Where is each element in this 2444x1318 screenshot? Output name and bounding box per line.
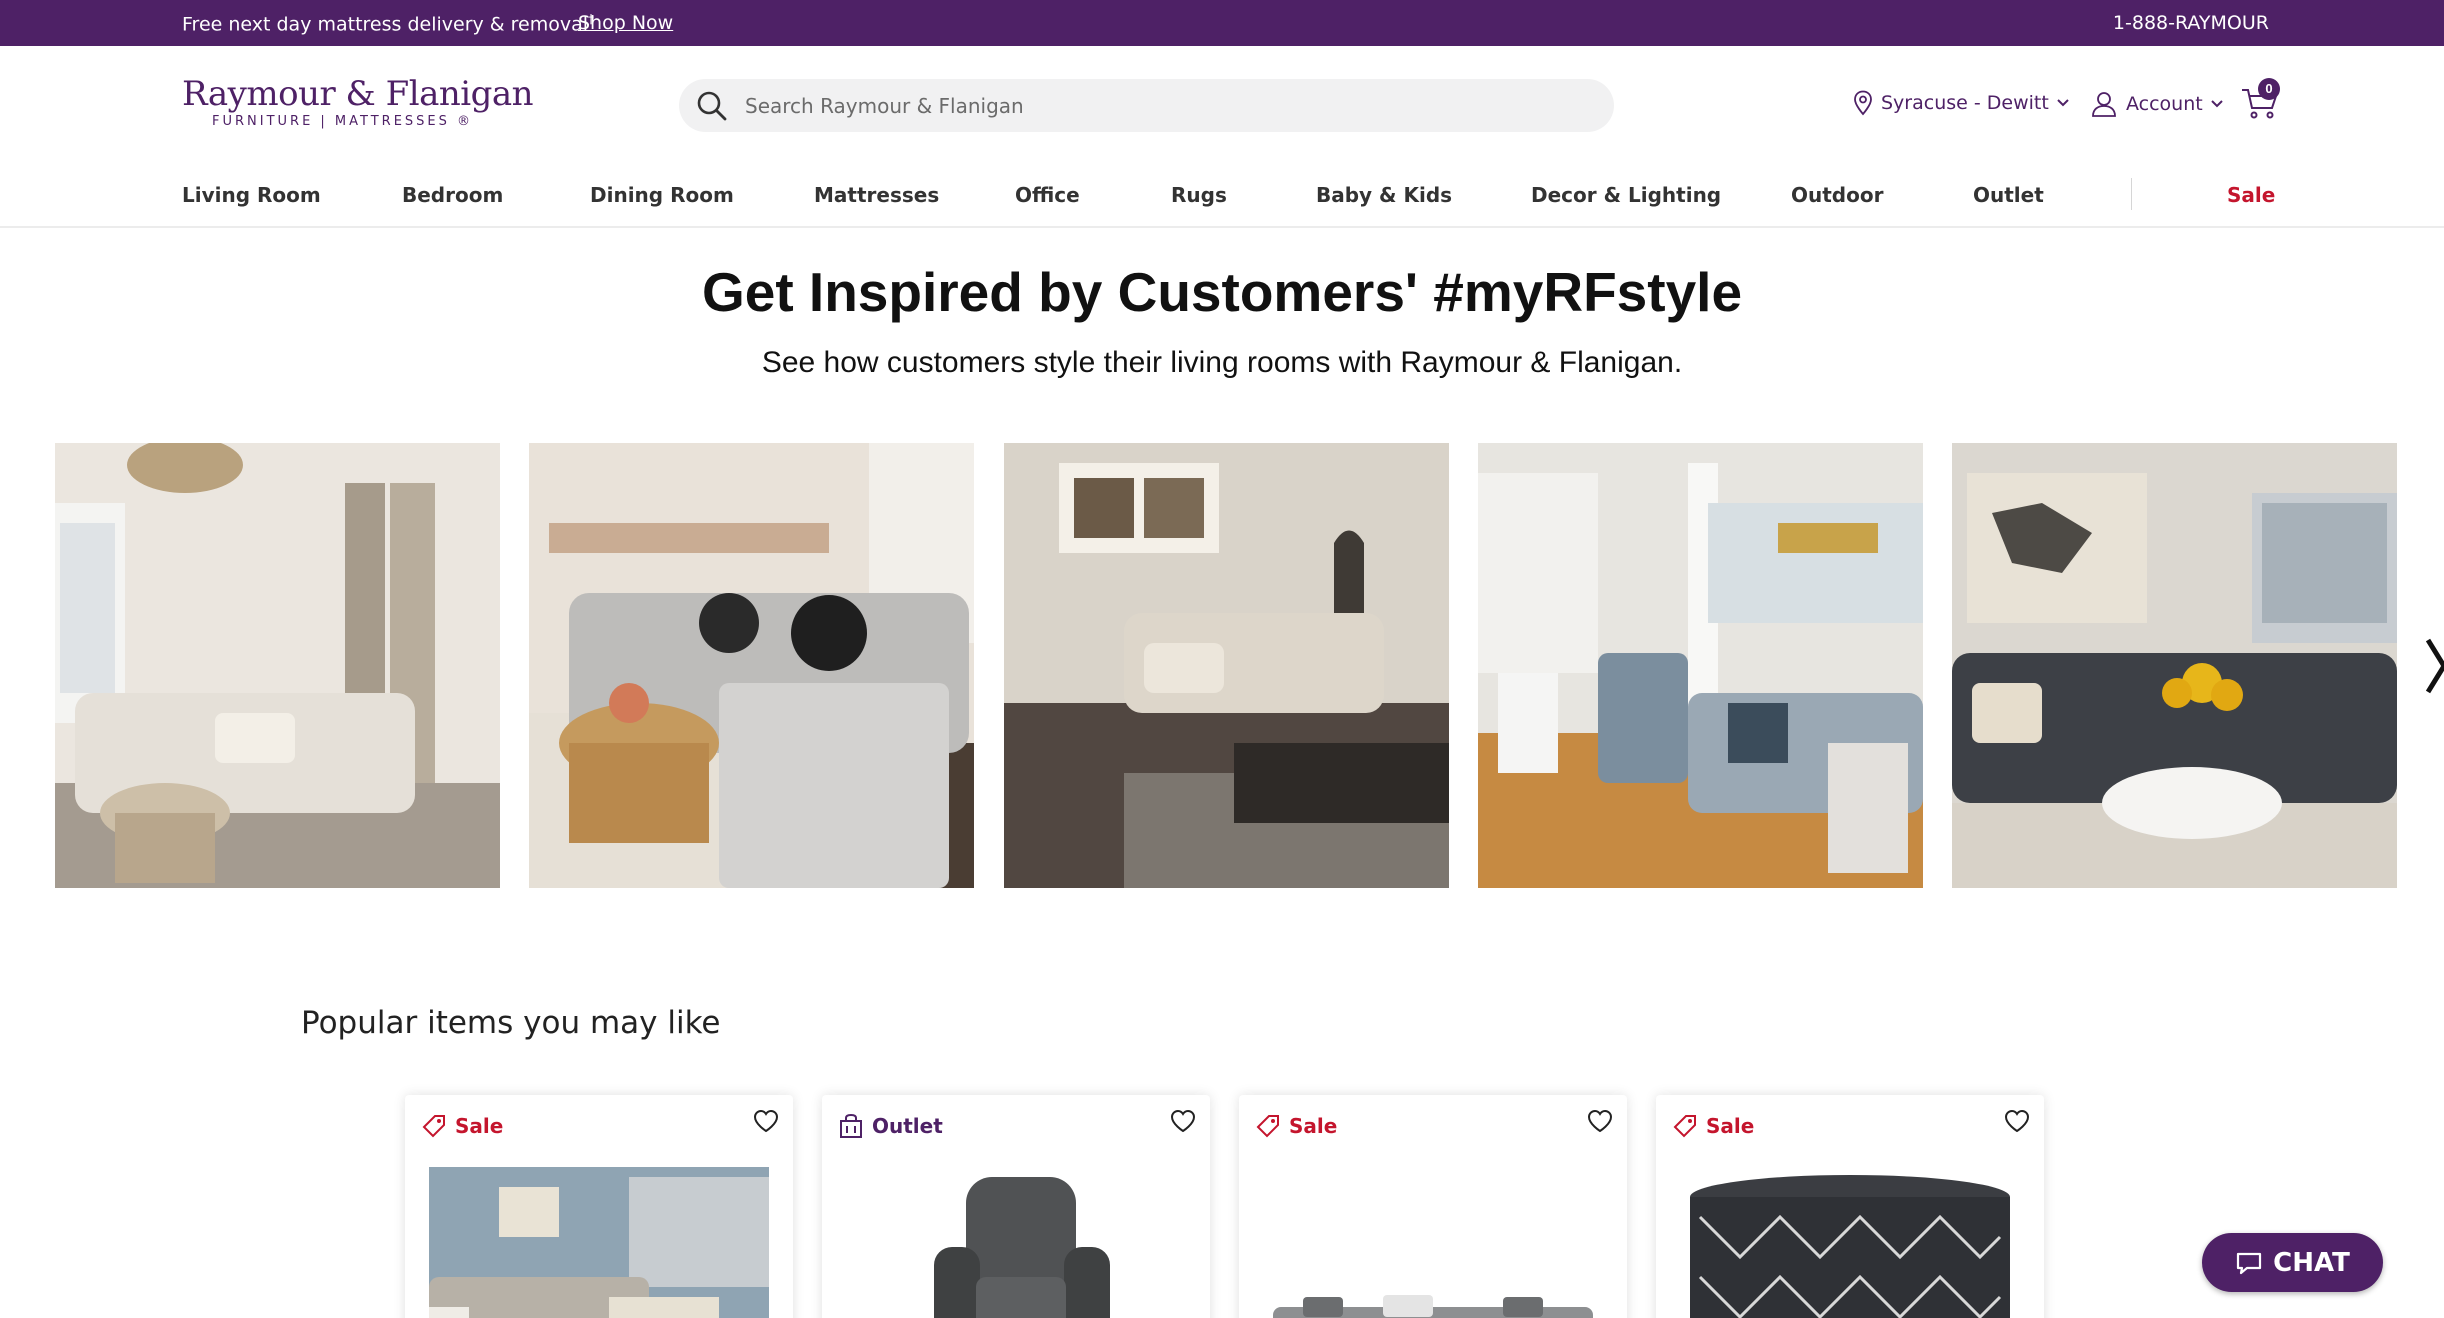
nav-item-outlet[interactable]: Outlet: [1973, 183, 2044, 207]
nav-item-bedroom[interactable]: Bedroom: [402, 183, 503, 207]
product-image[interactable]: [1263, 1167, 1603, 1318]
nav-item-baby-kids[interactable]: Baby & Kids: [1316, 183, 1452, 207]
search-icon[interactable]: [695, 89, 729, 123]
nav-item-living-room[interactable]: Living Room: [182, 183, 321, 207]
popular-items-title: Popular items you may like: [301, 1005, 721, 1041]
shop-now-link[interactable]: Shop Now: [578, 12, 673, 34]
nav-item-sale[interactable]: Sale: [2227, 183, 2275, 207]
chat-label: CHAT: [2273, 1247, 2350, 1278]
nav-item-rugs[interactable]: Rugs: [1171, 183, 1227, 207]
chevron-down-icon: [2057, 99, 2069, 107]
promo-text: Free next day mattress delivery & remova…: [182, 12, 595, 36]
account-label: Account: [2126, 93, 2203, 115]
nav-divider: [2131, 178, 2132, 210]
product-tag-label: Sale: [1289, 1114, 1338, 1138]
gallery-next-arrow-icon[interactable]: [2426, 638, 2444, 694]
chevron-down-icon: [2211, 100, 2223, 108]
product-tag-label: Outlet: [872, 1114, 943, 1138]
heart-icon[interactable]: [1170, 1109, 1196, 1133]
customer-photo[interactable]: [1004, 443, 1449, 888]
main-nav: Living Room Bedroom Dining Room Mattress…: [0, 170, 2444, 228]
page-subtitle: See how customers style their living roo…: [761, 346, 1683, 379]
nav-item-office[interactable]: Office: [1015, 183, 1080, 207]
customer-photo[interactable]: [529, 443, 974, 888]
logo-sub: FURNITURE | MATTRESSES ®: [212, 114, 474, 129]
user-icon: [2092, 92, 2116, 117]
product-card[interactable]: Sale: [1239, 1095, 1627, 1318]
nav-item-decor-lighting[interactable]: Decor & Lighting: [1531, 183, 1721, 207]
product-tag-label: Sale: [1706, 1114, 1755, 1138]
product-tag: Outlet: [838, 1113, 943, 1139]
price-tag-icon: [422, 1115, 445, 1138]
store-location-label: Syracuse - Dewitt: [1881, 92, 2049, 114]
cart-count-badge: 0: [2258, 78, 2280, 100]
chat-bubble-icon: [2237, 1252, 2262, 1274]
customer-photo[interactable]: [1478, 443, 1923, 888]
product-tag-label: Sale: [455, 1114, 504, 1138]
shopping-bag-icon: [840, 1113, 862, 1138]
heart-icon[interactable]: [2004, 1109, 2030, 1133]
chat-button[interactable]: CHAT: [2202, 1233, 2383, 1292]
nav-item-mattresses[interactable]: Mattresses: [814, 183, 939, 207]
product-card[interactable]: Outlet: [822, 1095, 1210, 1318]
price-tag-icon: [1673, 1115, 1696, 1138]
product-tag: Sale: [1255, 1113, 1337, 1139]
customer-photo[interactable]: [1952, 443, 2397, 888]
product-tag: Sale: [421, 1113, 503, 1139]
page-title: Get Inspired by Customers' #myRFstyle: [701, 261, 1743, 323]
product-image[interactable]: [429, 1167, 769, 1318]
phone-number[interactable]: 1-888-RAYMOUR: [2113, 12, 2269, 34]
store-location-selector[interactable]: Syracuse - Dewitt: [1853, 90, 2071, 116]
product-image[interactable]: [846, 1167, 1186, 1318]
search-bar: [679, 79, 1614, 132]
logo[interactable]: Raymour & Flanigan FURNITURE | MATTRESSE…: [182, 74, 534, 129]
customer-photo[interactable]: [55, 443, 500, 888]
location-pin-icon: [1854, 90, 1872, 116]
promo-bar: Free next day mattress delivery & remova…: [0, 0, 2444, 46]
product-image[interactable]: [1680, 1167, 2020, 1318]
product-card[interactable]: Sale: [405, 1095, 793, 1318]
product-card[interactable]: Sale: [1656, 1095, 2044, 1318]
price-tag-icon: [1256, 1115, 1279, 1138]
nav-item-dining-room[interactable]: Dining Room: [590, 183, 734, 207]
product-tag: Sale: [1672, 1113, 1754, 1139]
nav-item-outdoor[interactable]: Outdoor: [1791, 183, 1883, 207]
search-input[interactable]: [745, 79, 1585, 132]
heart-icon[interactable]: [1587, 1109, 1613, 1133]
heart-icon[interactable]: [753, 1109, 779, 1133]
account-menu[interactable]: Account: [2090, 90, 2225, 118]
logo-main: Raymour & Flanigan: [182, 74, 534, 114]
